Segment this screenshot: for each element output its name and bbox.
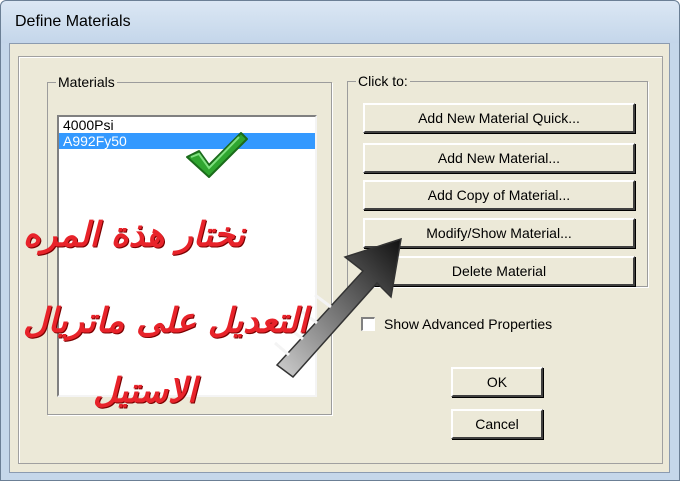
- title-bar[interactable]: Define Materials: [1, 1, 679, 43]
- add-new-material-button[interactable]: Add New Material...: [363, 143, 635, 173]
- annotation-line-1: نختار هذة المره: [23, 215, 245, 255]
- define-materials-dialog: Define Materials Materials 4000Psi A992F…: [0, 0, 680, 481]
- cancel-button[interactable]: Cancel: [451, 409, 543, 439]
- ok-button[interactable]: OK: [451, 367, 543, 397]
- add-copy-of-material-button[interactable]: Add Copy of Material...: [363, 180, 635, 210]
- annotation-line-2: التعديل على ماتريال: [23, 301, 308, 341]
- dialog-title: Define Materials: [15, 13, 131, 30]
- materials-group-label: Materials: [56, 74, 117, 90]
- green-checkmark-icon: [186, 132, 248, 178]
- add-new-material-quick-button[interactable]: Add New Material Quick...: [363, 103, 635, 133]
- actions-group-label: Click to:: [356, 73, 410, 89]
- annotation-line-3: الاستيل: [93, 371, 197, 411]
